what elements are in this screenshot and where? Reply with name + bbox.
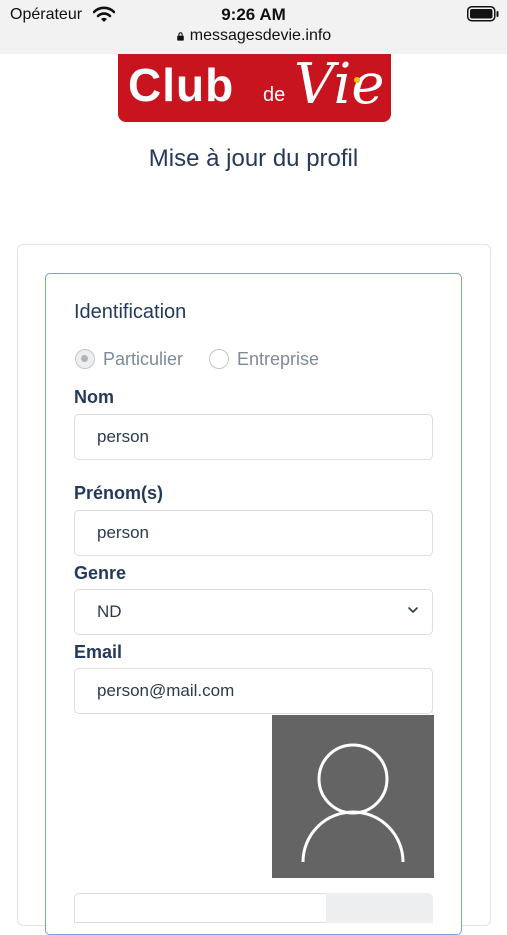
battery-icon [467,6,499,22]
url-text: messagesdevie.info [189,27,332,44]
radio-particulier-label[interactable]: Particulier [103,349,183,370]
nom-label: Nom [74,387,114,407]
page-title: Mise à jour du profil [148,145,359,172]
prenom-input[interactable]: person [74,510,433,556]
genre-label: Genre [74,563,127,583]
profile-photo-placeholder[interactable] [272,715,434,878]
lock-icon [177,32,184,41]
radio-entreprise[interactable] [209,349,229,369]
clock: 9:26 AM [221,5,286,24]
address-bar[interactable]: messagesdevie.info [0,27,507,45]
prenom-label: Prénom(s) [74,483,164,503]
email-input[interactable]: person@mail.com [74,668,433,714]
status-bar: Opérateur 9:26 AM messagesdevie.info [0,0,507,54]
radio-particulier[interactable] [75,349,95,369]
section-title: Identification [74,301,187,323]
email-label: Email [74,642,123,662]
logo-de-text: de [263,84,286,106]
nom-input[interactable]: person [74,414,433,460]
logo-club-text: Club [128,59,235,111]
logo-vie-text: Vie [294,52,385,117]
logo-dot [354,77,360,83]
club-de-vie-logo[interactable]: Club de Vie [118,52,391,122]
next-field-addon[interactable] [326,893,433,923]
chevron-down-icon [408,607,418,613]
radio-entreprise-label[interactable]: Entreprise [237,349,319,370]
genre-select[interactable]: ND [74,589,433,635]
user-icon [301,743,405,863]
